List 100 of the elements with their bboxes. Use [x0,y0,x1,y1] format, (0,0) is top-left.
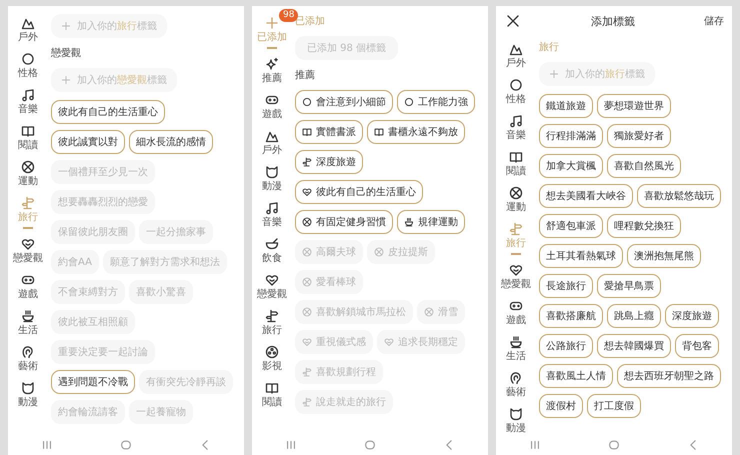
category-tab[interactable]: 藝術 [506,369,526,402]
category-tab[interactable]: 戀愛觀 [13,235,43,268]
section-heading: 推薦 [295,68,315,82]
category-tab[interactable]: 遊戲 [262,91,282,124]
tag-chip[interactable]: 背包客 [675,334,719,358]
section-heading: 旅行 [539,40,559,54]
tag-chip[interactable]: 想去韓國爆買 [597,334,671,358]
close-icon [506,14,520,28]
music-note-icon [509,114,523,128]
save-button[interactable]: 儲存 [704,14,724,28]
category-tab[interactable]: 推薦 [262,55,282,88]
book-icon [265,381,279,395]
sparkle-icon [265,57,279,71]
tag-chip[interactable]: 書櫃永遠不夠放 [367,120,465,144]
category-tab[interactable]: 戶外 [262,127,282,160]
music-note-icon [21,88,35,102]
circle-icon [21,52,35,66]
recent-apps-icon [41,439,54,451]
category-tab[interactable]: 戀愛觀 [257,271,287,304]
tag-chip[interactable]: 長途旅行 [539,274,593,298]
cat-face-icon [265,165,279,179]
mountain-icon [509,42,523,56]
category-tab[interactable]: 閱讀 [506,148,526,181]
tag-chip[interactable]: 想去美國看大峽谷 [539,184,633,208]
category-tab[interactable]: 戀愛觀 [501,261,531,294]
tag-chip[interactable]: 喜歡自然風光 [607,154,681,178]
category-tab[interactable]: 動漫 [18,379,38,412]
tag-chip[interactable]: 喜歡放鬆悠哉玩 [637,184,721,208]
category-tab[interactable]: 戶外 [18,14,38,47]
tag-chip[interactable]: 規律運動 [397,210,465,234]
tag-chip[interactable]: 深度旅遊 [665,304,719,328]
category-tab[interactable]: 生活 [506,333,526,366]
book-icon [374,127,384,137]
category-tab[interactable]: 音樂 [18,86,38,119]
book-icon [302,127,312,137]
ball-icon [374,247,384,257]
category-tab[interactable]: 影視 [262,343,282,376]
tag-chip[interactable]: 夢想環遊世界 [597,94,671,118]
tag-chip[interactable]: 鐵道旅遊 [539,94,593,118]
tag-chip[interactable]: 工作能力強 [397,90,475,114]
plus-icon [61,21,71,31]
tag-chip[interactable]: 遇到問題不冷戰 [51,370,135,394]
tag-chip[interactable]: 有固定健身習慣 [295,210,393,234]
cup-icon [509,335,523,349]
category-tab[interactable]: 戶外 [506,40,526,73]
ball-icon [302,217,312,227]
tag-chip[interactable]: 哩程數兌換狂 [607,214,681,238]
tag-chip[interactable]: 打工度假 [587,394,641,418]
tag-chip[interactable]: 想去西班牙朝聖之路 [617,364,721,388]
tag-chip[interactable]: 喜歡風土人情 [539,364,613,388]
tag-chip[interactable]: 彼此有自己的生活重心 [51,100,165,124]
tag-chip[interactable]: 彼此有自己的生活重心 [295,180,423,204]
reel-icon [265,345,279,359]
category-tab[interactable]: 性格 [18,50,38,83]
tag-chip[interactable]: 渡假村 [539,394,583,418]
category-tab[interactable]: 飲食 [262,235,282,268]
tag-chip[interactable]: 實體書派 [295,120,363,144]
tag-chip[interactable]: 愛搶早鳥票 [597,274,661,298]
signpost-icon [302,367,312,377]
heart-icon [302,187,312,197]
category-tab[interactable]: 生活 [18,307,38,340]
category-tab[interactable]: 音樂 [262,199,282,232]
category-tab[interactable]: 運動 [18,158,38,191]
category-tab[interactable]: 動漫 [506,405,526,438]
tag-chip[interactable]: 彼此誠實以對 [51,130,125,154]
section-heading: 戀愛觀 [51,46,81,60]
tag-chip[interactable]: 細水長流的感情 [129,130,213,154]
circle-icon [509,78,523,92]
tag-chip[interactable]: 深度旅遊 [295,150,363,174]
tag-chip[interactable]: 會注意到小細節 [295,90,393,114]
tag-chip[interactable]: 喜歡搭廉航 [539,304,603,328]
tag-chip[interactable]: 獨旅愛好者 [607,124,671,148]
tag-chip[interactable]: 加拿大賞楓 [539,154,603,178]
cup-icon [21,309,35,323]
circle-icon [302,97,312,107]
tag-chip[interactable]: 行程排滿滿 [539,124,603,148]
signpost-icon [302,397,312,407]
category-tab[interactable]: 音樂 [506,112,526,145]
category-tab[interactable]: 動漫 [262,163,282,196]
plus-icon [265,16,279,30]
recent-apps-icon [529,439,542,451]
category-tab[interactable]: 閱讀 [262,379,282,412]
category-tab[interactable]: 旅行 [262,307,282,340]
category-tab[interactable]: 閱讀 [18,122,38,155]
category-tab[interactable]: 運動 [506,184,526,217]
signpost-icon [21,196,35,210]
heart-icon [302,337,312,347]
category-tab[interactable]: 藝術 [18,343,38,376]
tag-chip[interactable]: 澳洲抱無尾熊 [627,244,701,268]
category-tab[interactable]: 性格 [506,76,526,109]
signpost-icon [302,157,312,167]
mountain-icon [265,129,279,143]
category-tab[interactable]: 遊戲 [506,297,526,330]
tag-chip[interactable]: 土耳其看熱氣球 [539,244,623,268]
ball-icon [21,160,35,174]
category-tab[interactable]: 遊戲 [18,271,38,304]
tag-chip[interactable]: 跳島上癮 [607,304,661,328]
music-note-icon [265,201,279,215]
tag-chip[interactable]: 公路旅行 [539,334,593,358]
tag-chip[interactable]: 舒適包車派 [539,214,603,238]
